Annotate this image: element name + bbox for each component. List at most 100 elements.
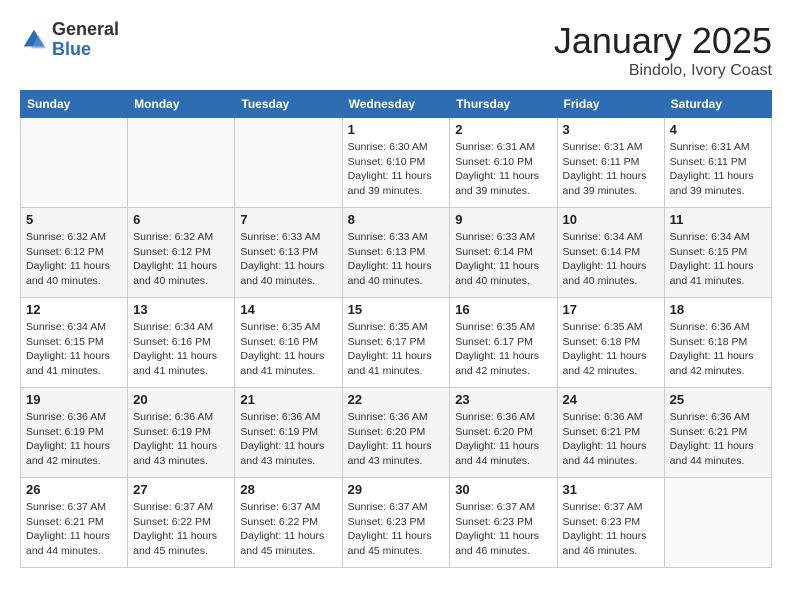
day-cell: 20 Sunrise: 6:36 AM Sunset: 6:19 PM Dayli… xyxy=(128,388,235,478)
day-info: Sunrise: 6:36 AM Sunset: 6:20 PM Dayligh… xyxy=(348,410,445,469)
day-number: 23 xyxy=(455,392,551,407)
week-row-3: 12 Sunrise: 6:34 AM Sunset: 6:15 PM Dayli… xyxy=(21,298,772,388)
header-monday: Monday xyxy=(128,91,235,118)
header-wednesday: Wednesday xyxy=(342,91,450,118)
day-number: 28 xyxy=(240,482,336,497)
day-cell: 27Sunrise: 6:37 AM Sunset: 6:22 PM Dayli… xyxy=(128,478,235,568)
day-number: 2 xyxy=(455,122,551,137)
day-cell: 9 Sunrise: 6:33 AM Sunset: 6:14 PM Daylig… xyxy=(450,208,557,298)
day-cell: 6Sunrise: 6:32 AM Sunset: 6:12 PM Daylig… xyxy=(128,208,235,298)
day-number: 29 xyxy=(348,482,445,497)
day-info: Sunrise: 6:31 AM Sunset: 6:11 PM Dayligh… xyxy=(563,140,659,199)
week-row-2: 5 Sunrise: 6:32 AM Sunset: 6:12 PM Daylig… xyxy=(21,208,772,298)
day-number: 18 xyxy=(670,302,766,317)
calendar-header-row: SundayMondayTuesdayWednesdayThursdayFrid… xyxy=(21,91,772,118)
day-info: Sunrise: 6:36 AM Sunset: 6:19 PM Dayligh… xyxy=(26,410,122,469)
day-number: 17 xyxy=(563,302,659,317)
day-cell: 24Sunrise: 6:36 AM Sunset: 6:21 PM Dayli… xyxy=(557,388,664,478)
day-info: Sunrise: 6:36 AM Sunset: 6:19 PM Dayligh… xyxy=(240,410,336,469)
day-info: Sunrise: 6:33 AM Sunset: 6:13 PM Dayligh… xyxy=(348,230,445,289)
day-cell: 31 Sunrise: 6:37 AM Sunset: 6:23 PM Dayli… xyxy=(557,478,664,568)
header-thursday: Thursday xyxy=(450,91,557,118)
logo-text: General Blue xyxy=(52,20,119,60)
day-number: 20 xyxy=(133,392,229,407)
day-cell: 12 Sunrise: 6:34 AM Sunset: 6:15 PM Dayli… xyxy=(21,298,128,388)
day-number: 11 xyxy=(670,212,766,227)
day-info: Sunrise: 6:31 AM Sunset: 6:10 PM Dayligh… xyxy=(455,140,551,199)
day-cell: 3 Sunrise: 6:31 AM Sunset: 6:11 PM Daylig… xyxy=(557,118,664,208)
day-number: 15 xyxy=(348,302,445,317)
day-number: 19 xyxy=(26,392,122,407)
day-number: 12 xyxy=(26,302,122,317)
day-number: 25 xyxy=(670,392,766,407)
day-info: Sunrise: 6:37 AM Sunset: 6:23 PM Dayligh… xyxy=(348,500,445,559)
day-number: 4 xyxy=(670,122,766,137)
title-block: January 2025 Bindolo, Ivory Coast xyxy=(554,20,772,80)
day-cell: 4 Sunrise: 6:31 AM Sunset: 6:11 PM Daylig… xyxy=(664,118,771,208)
logo-general: General xyxy=(52,20,119,40)
day-cell xyxy=(664,478,771,568)
day-cell: 16 Sunrise: 6:35 AM Sunset: 6:17 PM Dayli… xyxy=(450,298,557,388)
day-info: Sunrise: 6:32 AM Sunset: 6:12 PM Dayligh… xyxy=(133,230,229,289)
week-row-1: 1 Sunrise: 6:30 AM Sunset: 6:10 PM Daylig… xyxy=(21,118,772,208)
day-number: 3 xyxy=(563,122,659,137)
day-number: 21 xyxy=(240,392,336,407)
day-info: Sunrise: 6:31 AM Sunset: 6:11 PM Dayligh… xyxy=(670,140,766,199)
header-friday: Friday xyxy=(557,91,664,118)
day-cell: 30 Sunrise: 6:37 AM Sunset: 6:23 PM Dayli… xyxy=(450,478,557,568)
day-cell: 5 Sunrise: 6:32 AM Sunset: 6:12 PM Daylig… xyxy=(21,208,128,298)
day-cell: 23 Sunrise: 6:36 AM Sunset: 6:20 PM Dayli… xyxy=(450,388,557,478)
day-info: Sunrise: 6:37 AM Sunset: 6:23 PM Dayligh… xyxy=(455,500,551,559)
header-sunday: Sunday xyxy=(21,91,128,118)
day-info: Sunrise: 6:37 AM Sunset: 6:22 PM Dayligh… xyxy=(133,500,229,559)
day-cell: 8 Sunrise: 6:33 AM Sunset: 6:13 PM Daylig… xyxy=(342,208,450,298)
day-cell: 2 Sunrise: 6:31 AM Sunset: 6:10 PM Daylig… xyxy=(450,118,557,208)
day-info: Sunrise: 6:36 AM Sunset: 6:20 PM Dayligh… xyxy=(455,410,551,469)
day-number: 30 xyxy=(455,482,551,497)
day-number: 8 xyxy=(348,212,445,227)
page-header: General Blue January 2025 Bindolo, Ivory… xyxy=(20,20,772,80)
day-info: Sunrise: 6:35 AM Sunset: 6:17 PM Dayligh… xyxy=(455,320,551,379)
day-number: 22 xyxy=(348,392,445,407)
day-number: 24 xyxy=(563,392,659,407)
day-info: Sunrise: 6:37 AM Sunset: 6:23 PM Dayligh… xyxy=(563,500,659,559)
day-info: Sunrise: 6:36 AM Sunset: 6:19 PM Dayligh… xyxy=(133,410,229,469)
day-number: 5 xyxy=(26,212,122,227)
day-cell: 26Sunrise: 6:37 AM Sunset: 6:21 PM Dayli… xyxy=(21,478,128,568)
day-info: Sunrise: 6:34 AM Sunset: 6:14 PM Dayligh… xyxy=(563,230,659,289)
day-cell: 7Sunrise: 6:33 AM Sunset: 6:13 PM Daylig… xyxy=(235,208,342,298)
day-number: 1 xyxy=(348,122,445,137)
day-number: 14 xyxy=(240,302,336,317)
day-number: 26 xyxy=(26,482,122,497)
logo-icon xyxy=(20,26,48,54)
logo-blue: Blue xyxy=(52,40,119,60)
day-info: Sunrise: 6:34 AM Sunset: 6:15 PM Dayligh… xyxy=(26,320,122,379)
day-cell xyxy=(21,118,128,208)
day-cell: 15Sunrise: 6:35 AM Sunset: 6:17 PM Dayli… xyxy=(342,298,450,388)
day-cell xyxy=(235,118,342,208)
day-info: Sunrise: 6:34 AM Sunset: 6:15 PM Dayligh… xyxy=(670,230,766,289)
day-cell: 19 Sunrise: 6:36 AM Sunset: 6:19 PM Dayli… xyxy=(21,388,128,478)
day-number: 16 xyxy=(455,302,551,317)
day-info: Sunrise: 6:33 AM Sunset: 6:13 PM Dayligh… xyxy=(240,230,336,289)
day-info: Sunrise: 6:32 AM Sunset: 6:12 PM Dayligh… xyxy=(26,230,122,289)
day-cell: 22 Sunrise: 6:36 AM Sunset: 6:20 PM Dayli… xyxy=(342,388,450,478)
day-cell: 21 Sunrise: 6:36 AM Sunset: 6:19 PM Dayli… xyxy=(235,388,342,478)
day-cell: 17Sunrise: 6:35 AM Sunset: 6:18 PM Dayli… xyxy=(557,298,664,388)
day-number: 9 xyxy=(455,212,551,227)
day-number: 13 xyxy=(133,302,229,317)
month-title: January 2025 xyxy=(554,20,772,62)
day-cell: 18 Sunrise: 6:36 AM Sunset: 6:18 PM Dayli… xyxy=(664,298,771,388)
day-cell: 1 Sunrise: 6:30 AM Sunset: 6:10 PM Daylig… xyxy=(342,118,450,208)
day-info: Sunrise: 6:36 AM Sunset: 6:21 PM Dayligh… xyxy=(670,410,766,469)
day-cell: 29 Sunrise: 6:37 AM Sunset: 6:23 PM Dayli… xyxy=(342,478,450,568)
day-info: Sunrise: 6:30 AM Sunset: 6:10 PM Dayligh… xyxy=(348,140,445,199)
day-cell: 28Sunrise: 6:37 AM Sunset: 6:22 PM Dayli… xyxy=(235,478,342,568)
day-cell xyxy=(128,118,235,208)
day-info: Sunrise: 6:33 AM Sunset: 6:14 PM Dayligh… xyxy=(455,230,551,289)
logo: General Blue xyxy=(20,20,119,60)
week-row-5: 26Sunrise: 6:37 AM Sunset: 6:21 PM Dayli… xyxy=(21,478,772,568)
day-number: 10 xyxy=(563,212,659,227)
day-number: 31 xyxy=(563,482,659,497)
day-info: Sunrise: 6:36 AM Sunset: 6:18 PM Dayligh… xyxy=(670,320,766,379)
